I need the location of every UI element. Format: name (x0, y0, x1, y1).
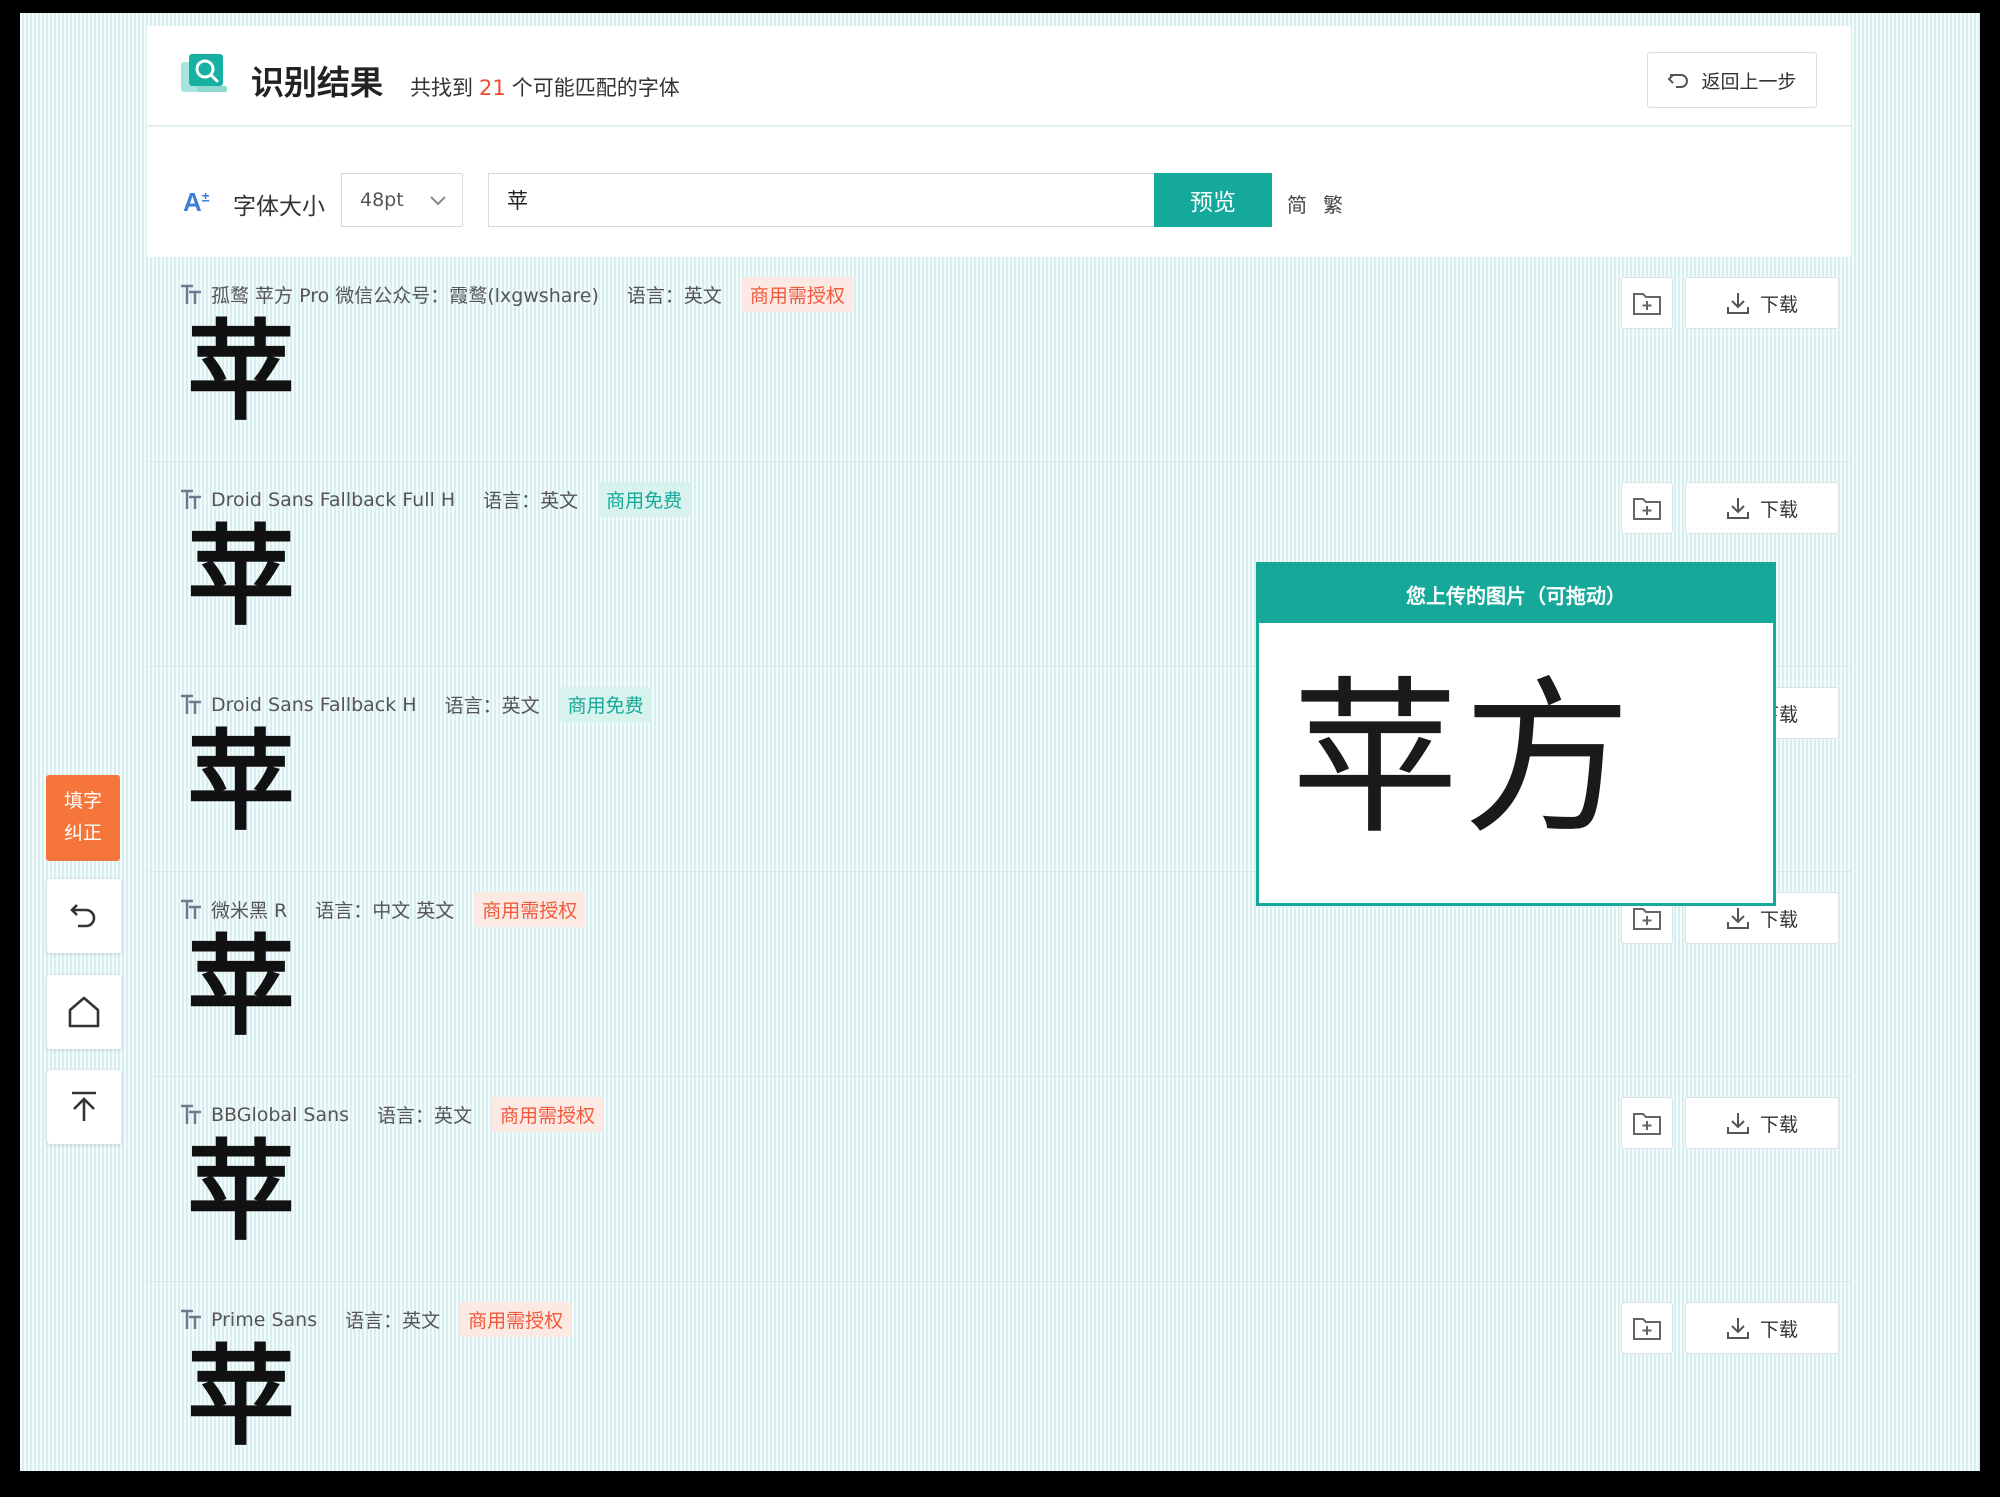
download-icon (1726, 1113, 1749, 1134)
download-label: 下载 (1759, 1113, 1798, 1136)
undo-icon (1668, 74, 1689, 88)
download-label: 下载 (1759, 908, 1798, 931)
download-button[interactable]: 下载 (1685, 277, 1839, 329)
match-count-text: 共找到 21 个可能匹配的字体 (410, 72, 680, 102)
font-name[interactable]: BBGlobal Sans (211, 1104, 349, 1126)
font-type-icon (181, 284, 201, 304)
download-icon (1726, 908, 1749, 929)
license-badge: 商用免费 (559, 687, 652, 722)
font-size-select[interactable]: 48pt (341, 173, 463, 227)
font-name[interactable]: Droid Sans Fallback H (211, 694, 417, 716)
license-badge: 商用需授权 (460, 1302, 572, 1337)
download-label: 下载 (1759, 1318, 1798, 1341)
correct-character-button[interactable]: 填字 纠正 (46, 775, 120, 861)
preview-text-input[interactable] (488, 173, 1154, 227)
font-language: 语言：中文 英文 (315, 900, 455, 922)
font-type-icon (181, 694, 201, 714)
font-meta: BBGlobal Sans 语言：英文 商用需授权 (179, 1097, 604, 1132)
font-sample: 苹 (187, 310, 296, 435)
font-name[interactable]: Prime Sans (211, 1309, 317, 1331)
preview-toolbar: A± 字体大小 48pt 预览 简 繁 (147, 127, 1851, 257)
license-badge: 商用需授权 (492, 1097, 604, 1132)
font-sample: 苹 (187, 925, 296, 1050)
license-badge: 商用免费 (598, 482, 691, 517)
uploaded-image-title[interactable]: 您上传的图片（可拖动） (1259, 565, 1773, 623)
font-type-icon (181, 489, 201, 509)
font-size-value: 48pt (360, 189, 404, 211)
undo-button[interactable] (47, 879, 121, 953)
undo-icon (70, 904, 96, 928)
download-icon (1726, 498, 1749, 519)
results-header: 识别结果 共找到 21 个可能匹配的字体 返回上一步 (147, 26, 1851, 126)
correct-label-line1: 填字 (63, 790, 102, 812)
traditional-toggle[interactable]: 繁 (1323, 189, 1343, 218)
font-name[interactable]: 孤鹜 苹方 Pro 微信公众号：霞鹜(lxgwshare) (211, 281, 599, 308)
match-count-suffix: 个可能匹配的字体 (511, 76, 680, 100)
font-sample: 苹 (187, 720, 296, 845)
download-icon (1726, 293, 1749, 314)
add-to-folder-button[interactable] (1621, 482, 1673, 534)
font-language: 语言：英文 (377, 1105, 473, 1127)
font-row: Prime Sans 语言：英文 商用需授权 苹 下载 (147, 1282, 1851, 1471)
download-button[interactable]: 下载 (1685, 1302, 1839, 1354)
font-language: 语言：英文 (345, 1310, 441, 1332)
font-meta: Droid Sans Fallback H 语言：英文 商用免费 (179, 687, 652, 722)
font-meta: Droid Sans Fallback Full H 语言：英文 商用免费 (179, 482, 691, 517)
download-label: 下载 (1759, 498, 1798, 521)
screen: 识别结果 共找到21个可能匹配的字体 返回上一步 A± 字体大小 48pt (20, 13, 1980, 1471)
font-language: 语言：英文 (626, 285, 722, 307)
preview-button[interactable]: 预览 (1154, 173, 1272, 227)
home-button[interactable] (47, 975, 121, 1049)
font-sample: 苹 (187, 1130, 296, 1255)
arrow-up-icon (72, 1091, 96, 1121)
download-button[interactable]: 下载 (1685, 482, 1839, 534)
back-label: 返回上一步 (1701, 70, 1797, 93)
license-badge: 商用需授权 (474, 892, 586, 927)
match-count-prefix: 共找到 (410, 76, 473, 100)
add-to-folder-button[interactable] (1621, 277, 1673, 329)
download-button[interactable]: 下载 (1685, 1097, 1839, 1149)
font-size-icon: A± (183, 187, 210, 217)
page-title: 识别结果 (251, 63, 383, 102)
font-meta: Prime Sans 语言：英文 商用需授权 (179, 1302, 572, 1337)
download-icon (1726, 1318, 1749, 1339)
add-to-folder-button[interactable] (1621, 1302, 1673, 1354)
font-sample: 苹 (187, 1335, 296, 1460)
font-language: 语言：英文 (483, 490, 579, 512)
back-button[interactable]: 返回上一步 (1647, 52, 1817, 108)
font-meta: 孤鹜 苹方 Pro 微信公众号：霞鹜(lxgwshare) 语言：英文 商用需授… (179, 277, 853, 312)
font-size-label: 字体大小 (233, 194, 325, 220)
add-to-folder-button[interactable] (1621, 1097, 1673, 1149)
font-name[interactable]: 微米黑 R (211, 896, 287, 923)
correct-label-line2: 纠正 (63, 822, 102, 844)
folder-add-icon (1633, 1113, 1661, 1135)
match-count-number: 21 (479, 76, 506, 100)
font-row: 孤鹜 苹方 Pro 微信公众号：霞鹜(lxgwshare) 语言：英文 商用需授… (147, 257, 1851, 462)
font-name[interactable]: Droid Sans Fallback Full H (211, 489, 455, 511)
font-row: BBGlobal Sans 语言：英文 商用需授权 苹 下载 (147, 1077, 1851, 1282)
folder-add-icon (1633, 293, 1661, 315)
folder-add-icon (1633, 1318, 1661, 1340)
folder-add-icon (1633, 908, 1661, 930)
home-icon (68, 996, 100, 1028)
font-type-icon (181, 1104, 201, 1124)
font-language: 语言：英文 (444, 695, 540, 717)
folder-add-icon (1633, 498, 1661, 520)
search-result-icon (181, 54, 227, 92)
uploaded-image: 苹方 (1291, 661, 1635, 857)
download-label: 下载 (1759, 293, 1798, 316)
license-badge: 商用需授权 (741, 277, 853, 312)
font-sample: 苹 (187, 515, 296, 640)
chevron-down-icon (430, 196, 446, 206)
font-meta: 微米黑 R 语言：中文 英文 商用需授权 (179, 892, 586, 927)
font-type-icon (181, 899, 201, 919)
uploaded-image-panel[interactable]: 您上传的图片（可拖动） 苹方 (1256, 562, 1776, 906)
font-type-icon (181, 1309, 201, 1329)
simplified-toggle[interactable]: 简 (1287, 189, 1307, 218)
back-to-top-button[interactable] (47, 1070, 121, 1144)
